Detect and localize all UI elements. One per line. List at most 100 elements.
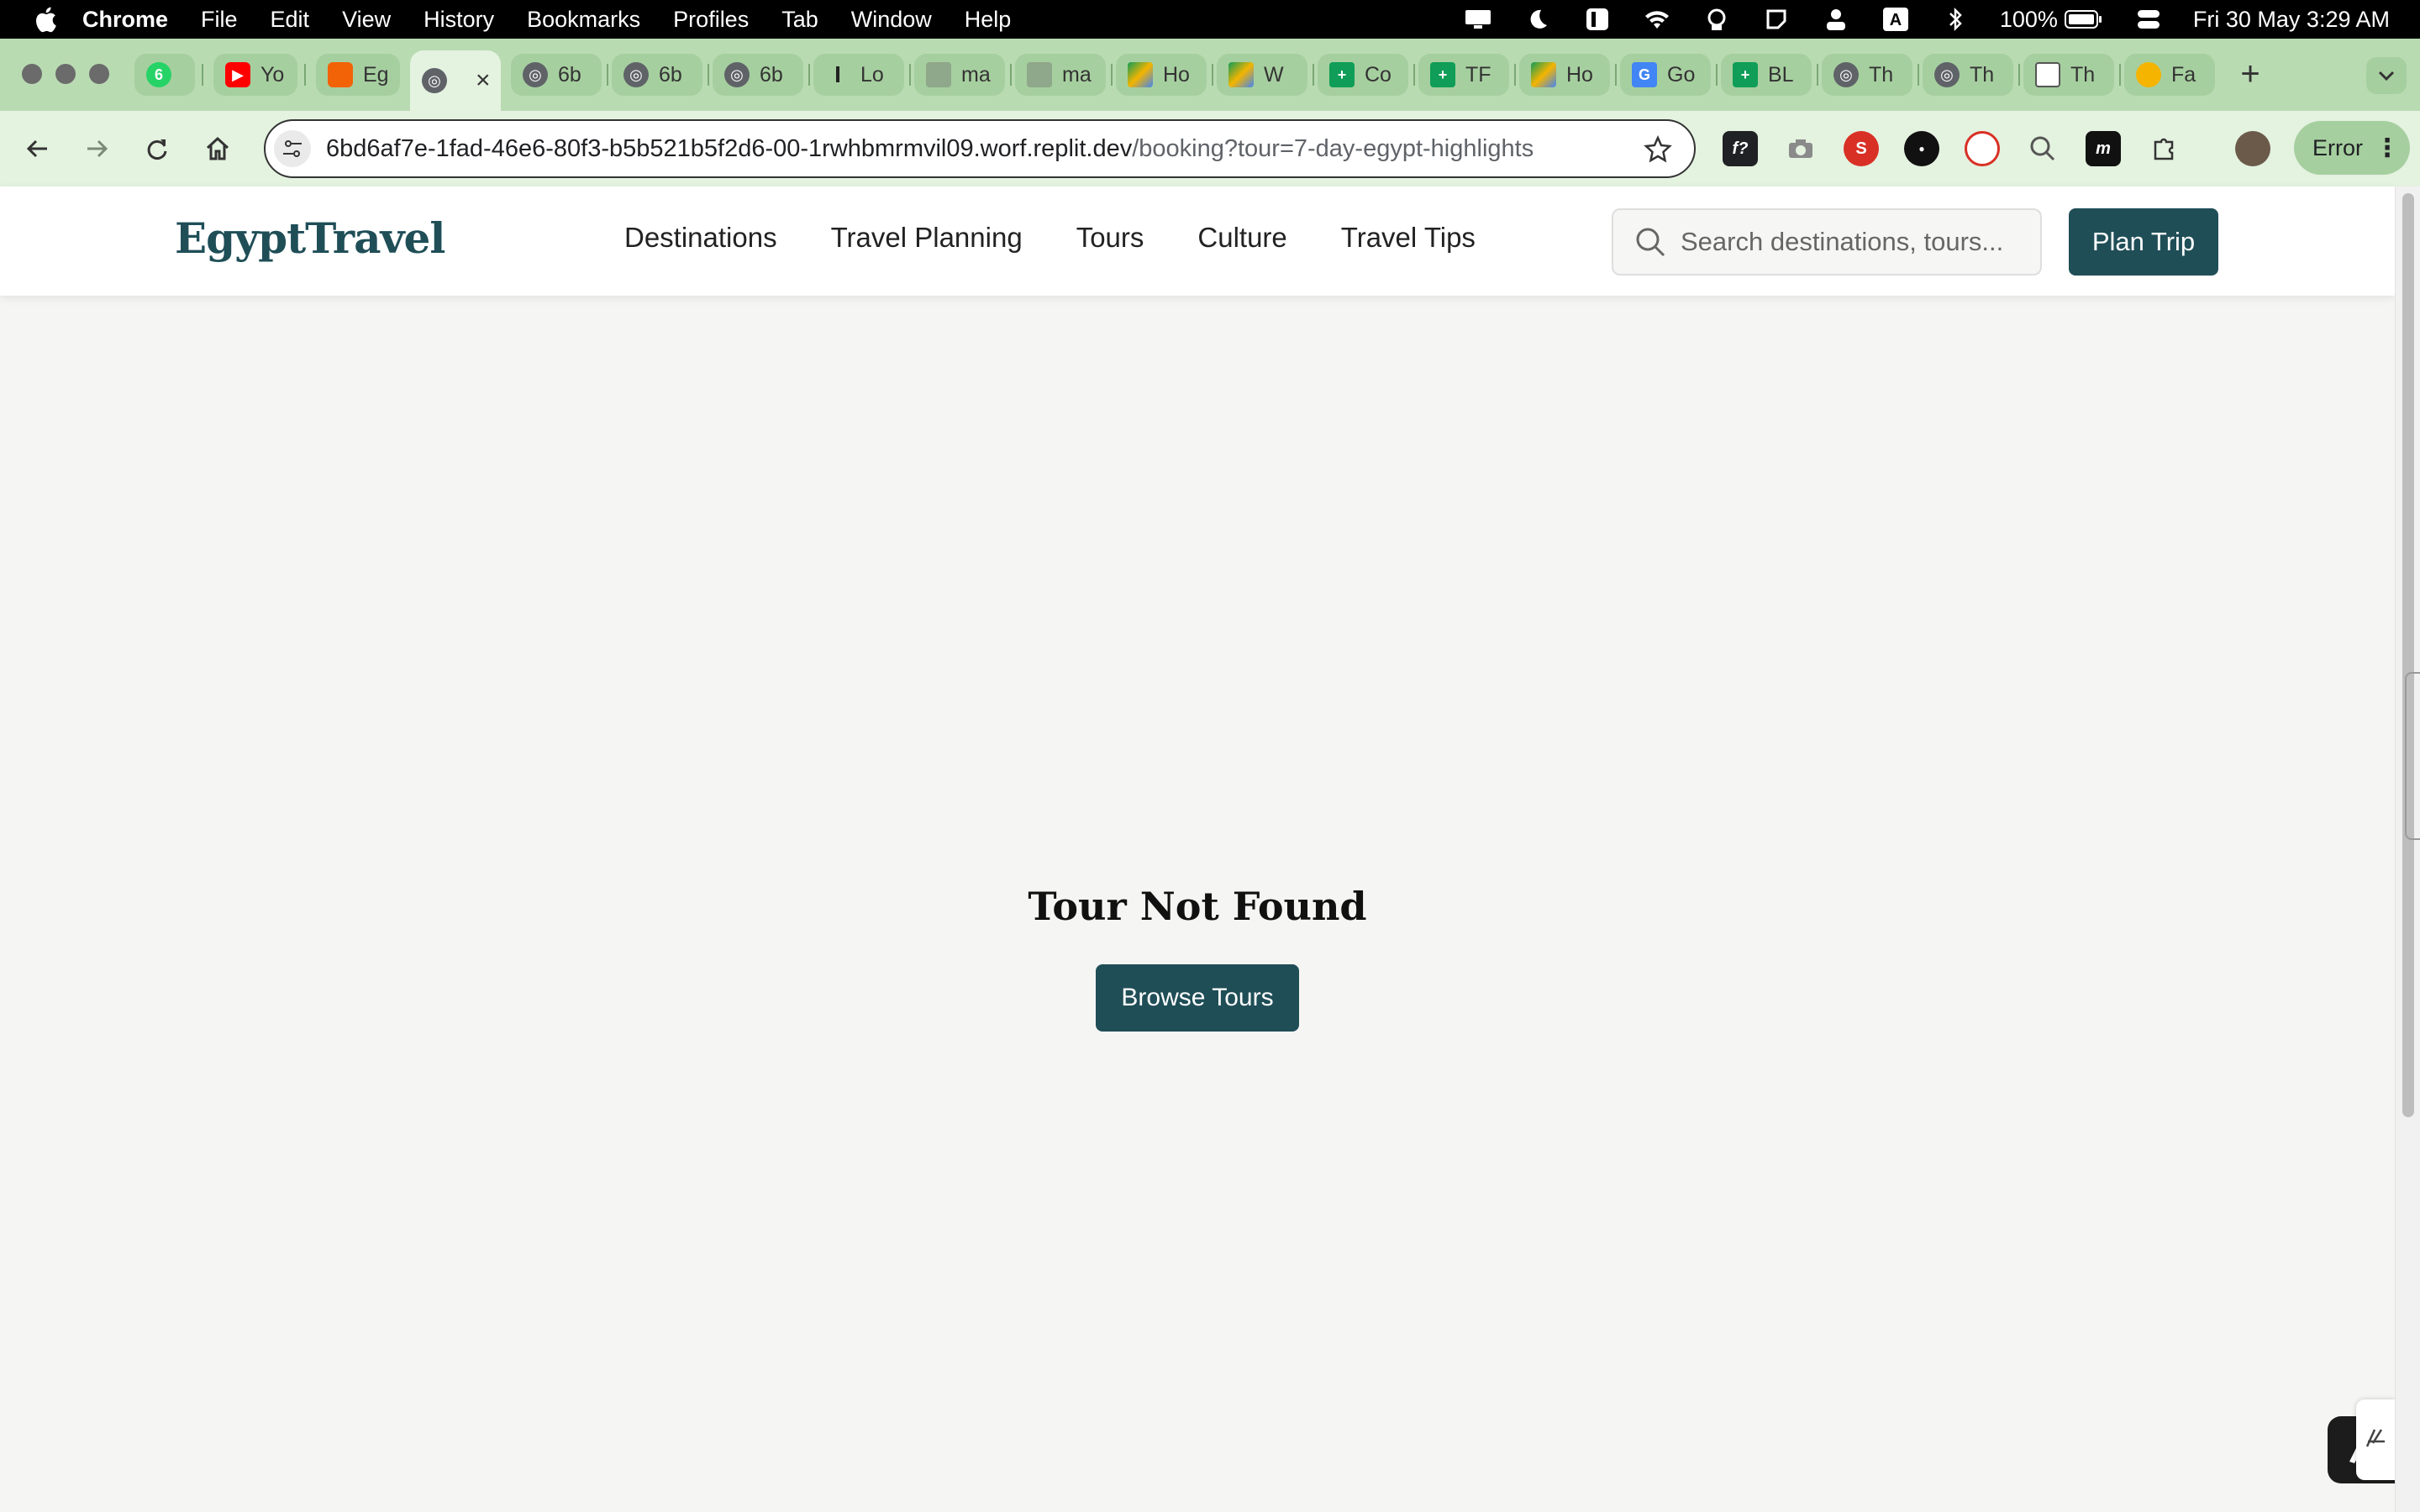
youtube-icon: ▶	[225, 62, 250, 87]
site-search	[1612, 208, 2042, 276]
nav-culture[interactable]: Culture	[1197, 222, 1286, 254]
scroll-marker	[2405, 672, 2420, 840]
globe-icon: ◎	[1934, 62, 1960, 87]
menu-profiles[interactable]: Profiles	[673, 7, 749, 33]
sidebar-app-icon[interactable]	[1583, 7, 1612, 32]
tab-whatsapp[interactable]: 6	[134, 54, 195, 96]
tab-sheets-1[interactable]: + Co	[1318, 54, 1408, 96]
plan-trip-button[interactable]: Plan Trip	[2069, 208, 2218, 276]
window-minimize-button[interactable]	[55, 64, 76, 84]
seo-extension-icon[interactable]: S	[1844, 131, 1879, 166]
tab-fa[interactable]: Fa	[2124, 54, 2215, 96]
spy-icon[interactable]	[1702, 7, 1731, 32]
menu-history[interactable]: History	[424, 7, 494, 33]
tab-label: ma	[1062, 62, 1092, 87]
tab-drive-2[interactable]: W	[1217, 54, 1307, 96]
zoom-extension-icon[interactable]	[2025, 131, 2060, 166]
pokeball-extension-icon[interactable]	[1965, 131, 2000, 166]
site-settings-icon[interactable]	[274, 130, 311, 167]
bookmark-star-icon[interactable]	[1644, 135, 1672, 164]
m-extension-icon[interactable]: m	[2086, 131, 2121, 166]
tab-translate[interactable]: G Go	[1620, 54, 1711, 96]
browse-tours-button[interactable]: Browse Tours	[1096, 964, 1299, 1032]
tab-label: Fa	[2171, 62, 2196, 87]
home-button[interactable]	[197, 128, 239, 170]
control-center-icon[interactable]	[2134, 7, 2163, 32]
reload-button[interactable]	[136, 128, 178, 170]
menu-tab[interactable]: Tab	[781, 7, 818, 33]
tab-strip: 6 ▶ Yo Eg ◎ × ◎ 6b ◎ 6b ◎ 6b I Lo ma ma Ho W +…	[0, 39, 2420, 111]
tab-mail-2[interactable]: ma	[1015, 54, 1106, 96]
tab-6b-3[interactable]: ◎ 6b	[713, 54, 803, 96]
menu-window[interactable]: Window	[851, 7, 932, 33]
clipboard-icon[interactable]	[1762, 7, 1791, 32]
tab-th-2[interactable]: ◎ Th	[1923, 54, 2013, 96]
avatar[interactable]	[2235, 131, 2270, 166]
url-text[interactable]: 6bd6af7e-1fad-46e6-80f3-b5b521b5f2d6-00-…	[326, 135, 1534, 163]
tab-6b-2[interactable]: ◎ 6b	[612, 54, 702, 96]
menu-app-name[interactable]: Chrome	[82, 7, 168, 33]
tab-drive-1[interactable]: Ho	[1116, 54, 1207, 96]
input-source-icon[interactable]: A	[1881, 7, 1910, 32]
battery-icon[interactable]	[2064, 7, 2103, 32]
nav-tours[interactable]: Tours	[1076, 222, 1144, 254]
dark-extension-icon[interactable]: ●	[1904, 131, 1939, 166]
tab-active[interactable]: ◎ ×	[410, 50, 501, 111]
tab-6b-1[interactable]: ◎ 6b	[511, 54, 602, 96]
tab-label: Co	[1365, 62, 1392, 87]
page-scrollbar[interactable]	[2395, 186, 2420, 1512]
search-icon	[1636, 228, 1665, 257]
nav-travel-tips[interactable]: Travel Tips	[1341, 222, 1476, 254]
mail-icon	[926, 62, 951, 87]
display-icon[interactable]	[1464, 7, 1492, 32]
menu-bookmarks[interactable]: Bookmarks	[527, 7, 640, 33]
search-input[interactable]	[1681, 227, 2033, 257]
mail-icon	[1027, 62, 1052, 87]
floating-tab[interactable]	[2356, 1399, 2395, 1480]
tab-label: 6b	[659, 62, 682, 87]
tab-close-icon[interactable]: ×	[476, 66, 491, 95]
nav-destinations[interactable]: Destinations	[624, 222, 777, 254]
tab-search-button[interactable]	[2366, 57, 2407, 94]
address-bar[interactable]: 6bd6af7e-1fad-46e6-80f3-b5b521b5f2d6-00-…	[264, 119, 1696, 178]
camera-extension-icon[interactable]	[1783, 131, 1818, 166]
tab-th-3[interactable]: Th	[2023, 54, 2114, 96]
tab-mail-1[interactable]: ma	[914, 54, 1005, 96]
wifi-icon[interactable]	[1643, 7, 1671, 32]
menu-view[interactable]: View	[342, 7, 391, 33]
apple-icon[interactable]	[34, 6, 57, 33]
browser-chrome: 6 ▶ Yo Eg ◎ × ◎ 6b ◎ 6b ◎ 6b I Lo ma ma Ho W +…	[0, 39, 2420, 186]
tab-label: W	[1264, 62, 1284, 87]
tab-label: Ho	[1566, 62, 1593, 87]
tab-drive-3[interactable]: Ho	[1519, 54, 1610, 96]
moon-icon[interactable]	[1523, 7, 1552, 32]
profile-error-label: Error	[2312, 134, 2363, 160]
bluetooth-icon[interactable]	[1941, 7, 1970, 32]
back-button[interactable]	[17, 128, 59, 170]
nav-travel-planning[interactable]: Travel Planning	[831, 222, 1023, 254]
tab-lo[interactable]: I Lo	[813, 54, 904, 96]
tab-label: Eg	[363, 62, 389, 87]
tab-label: Yo	[260, 62, 285, 87]
tab-sheets-3[interactable]: + BL	[1721, 54, 1812, 96]
kebab-menu-icon[interactable]: ⋮	[2375, 134, 2400, 163]
scrollbar-thumb[interactable]	[2402, 193, 2414, 1117]
user-icon[interactable]	[1822, 7, 1850, 32]
tab-sheets-2[interactable]: + TF	[1418, 54, 1509, 96]
menubar-clock[interactable]: Fri 30 May 3:29 AM	[2193, 7, 2390, 33]
drive-icon	[1531, 62, 1556, 87]
window-close-button[interactable]	[22, 64, 42, 84]
window-zoom-button[interactable]	[89, 64, 109, 84]
font-extension-icon[interactable]: f?	[1723, 131, 1758, 166]
site-logo[interactable]: EgyptTravel	[175, 213, 445, 263]
menu-file[interactable]: File	[201, 7, 238, 33]
tab-youtube[interactable]: ▶ Yo	[213, 54, 297, 96]
menu-edit[interactable]: Edit	[271, 7, 310, 33]
puzzle-extensions-icon[interactable]	[2146, 131, 2181, 166]
tab-th-1[interactable]: ◎ Th	[1822, 54, 1912, 96]
tab-replit[interactable]: Eg	[316, 54, 400, 96]
profile-error-chip[interactable]: Error ⋮	[2294, 121, 2410, 175]
forward-button[interactable]	[76, 128, 118, 170]
new-tab-button[interactable]: +	[2232, 55, 2269, 92]
menu-help[interactable]: Help	[965, 7, 1012, 33]
